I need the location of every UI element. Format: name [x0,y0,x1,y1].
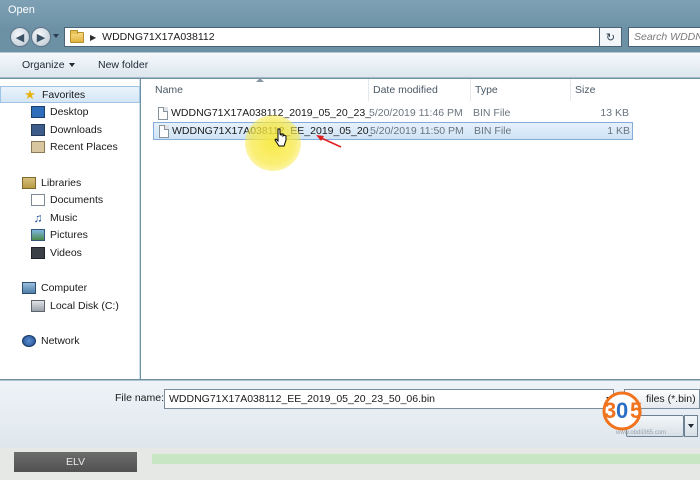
nav-item-local-disk-c[interactable]: Local Disk (C:) [0,297,140,314]
nav-item-label: Computer [41,281,88,294]
file-icon [158,107,168,120]
network-icon [22,334,36,347]
chevron-down-icon [68,63,75,68]
nav-item-label: Libraries [41,176,82,189]
window-title: Open [8,4,35,16]
file-type: BIN File [474,125,512,137]
local-disk-icon [31,299,45,312]
new-folder-button[interactable]: New folder [98,59,148,71]
nav-item-label: Pictures [50,228,88,241]
forward-arrow-icon: ▶ [36,31,46,44]
back-button[interactable]: ◀ [10,27,30,47]
file-list: Name Date modified Type Size WDDNG71X17A… [141,78,700,379]
file-type-filter[interactable]: files (*.bin) [624,389,700,409]
nav-item-desktop[interactable]: Desktop [0,103,140,120]
search-input[interactable]: Search WDDNG71X17A038112 [628,27,700,47]
nav-item-videos[interactable]: Videos [0,244,140,261]
organize-label: Organize [22,59,65,71]
back-arrow-icon: ◀ [15,31,25,44]
documents-icon [31,193,45,206]
column-header-name[interactable]: Name [141,78,369,101]
status-bar-background [152,454,700,464]
elv-tab[interactable]: ELV [14,452,137,472]
nav-item-label: Recent Places [50,140,118,153]
file-date-modified: 5/20/2019 11:46 PM [369,107,463,119]
nav-item-label: Documents [50,193,104,206]
file-row[interactable]: WDDNG71X17A038112_EE_2019_05_20_23...5/2… [153,122,633,140]
nav-item-computer[interactable]: Computer [0,279,140,296]
recent-locations-dropdown[interactable] [53,34,59,38]
column-header-type[interactable]: Type [471,79,571,101]
nav-item-music[interactable]: ♫ Music [0,209,140,226]
open-dropdown-button[interactable] [684,415,698,437]
open-button[interactable] [626,415,684,437]
title-bar[interactable]: Open [0,0,700,22]
file-type: BIN File [473,107,511,119]
nav-item-libraries[interactable]: Libraries [0,174,140,191]
file-size: 13 KB [600,107,629,119]
column-header-size[interactable]: Size [571,79,643,101]
bottom-panel: File name: WDDNG71X17A038112_EE_2019_05_… [0,380,700,448]
nav-item-label: Desktop [50,105,89,118]
nav-item-label: Local Disk (C:) [50,299,119,312]
nav-item-documents[interactable]: Documents [0,191,140,208]
pictures-icon [31,228,45,241]
file-size: 1 KB [607,125,630,137]
file-name: WDDNG71X17A038112_EE_2019_05_20_23... [172,125,372,137]
file-name: WDDNG71X17A038112_2019_05_20_23_35... [171,107,371,119]
nav-item-label: Music [50,211,78,224]
nav-item-label: Network [41,334,80,347]
computer-icon [22,281,36,294]
star-icon: ★ [24,86,36,102]
background-app-strip: ELV [0,448,700,480]
nav-item-network[interactable]: Network [0,332,140,349]
address-bar[interactable]: ▶ WDDNG71X17A038112 [64,27,600,47]
nav-item-recent-places[interactable]: Recent Places [0,138,140,155]
sort-indicator-icon [256,78,264,82]
column-header-date-modified[interactable]: Date modified [369,79,471,101]
refresh-button[interactable]: ↻ [600,27,622,47]
videos-icon [31,246,45,259]
organize-button[interactable]: Organize [22,59,75,71]
file-row[interactable]: WDDNG71X17A038112_2019_05_20_23_35... 5/2… [153,105,633,123]
navigation-pane: ★ Favorites Desktop Downloads Recent Places L… [0,79,140,379]
open-dialog: Open ◀ ▶ ▶ WDDNG71X17A038112 ↻ Search WD… [0,0,700,448]
file-icon [159,125,169,138]
nav-item-favorites[interactable]: ★ Favorites [0,86,140,103]
forward-button[interactable]: ▶ [31,27,51,47]
nav-item-downloads[interactable]: Downloads [0,121,140,138]
downloads-icon [31,123,45,136]
file-date-modified: 5/20/2019 11:50 PM [370,125,464,137]
nav-item-pictures[interactable]: Pictures [0,226,140,243]
desktop-icon [31,105,45,118]
libraries-icon [22,176,36,189]
recent-places-icon [31,140,45,153]
breadcrumb-current[interactable]: WDDNG71X17A038112 [102,31,214,43]
breadcrumb-separator-icon[interactable]: ▶ [90,33,96,42]
column-header-name-label: Name [155,84,184,96]
folder-icon [70,29,84,43]
refresh-icon: ↻ [605,31,616,44]
music-icon: ♫ [33,210,43,225]
address-row: ◀ ▶ ▶ WDDNG71X17A038112 ↻ Search WDDNG71… [0,22,700,50]
command-toolbar: Organize New folder [0,52,700,78]
file-name-input[interactable]: WDDNG71X17A038112_EE_2019_05_20_23_50_06… [164,389,614,409]
nav-item-label: Videos [50,246,82,259]
file-name-dropdown-icon[interactable] [604,390,613,408]
nav-item-label: Downloads [50,123,102,136]
file-name-label: File name: [115,392,165,404]
nav-item-label: Favorites [42,88,86,101]
